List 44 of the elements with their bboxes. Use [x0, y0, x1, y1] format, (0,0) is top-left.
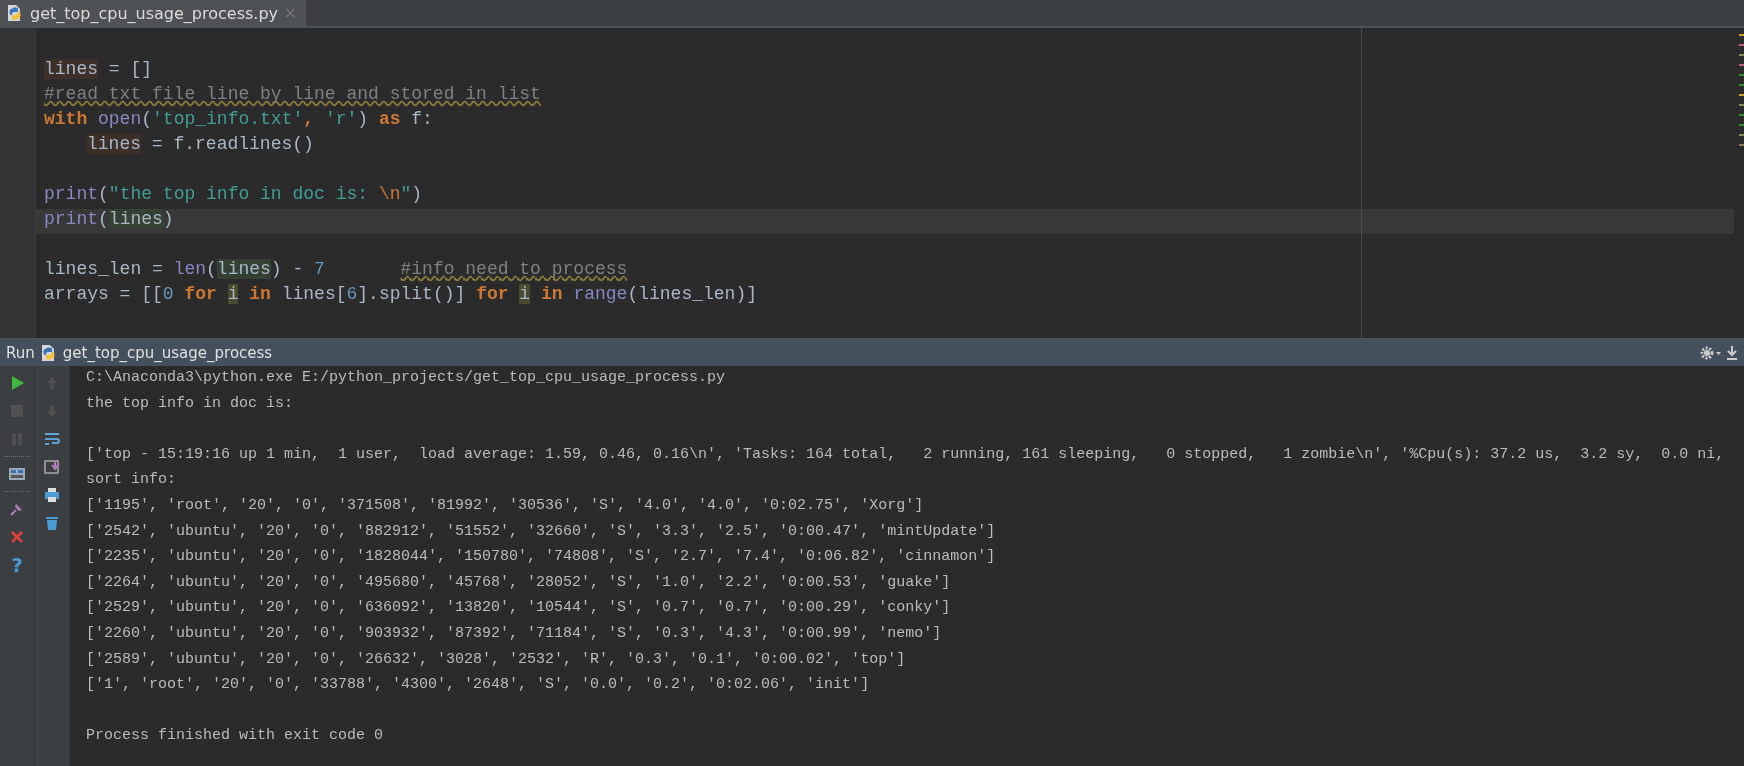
error-stripe-mark[interactable]: [1739, 74, 1744, 76]
error-stripe-mark[interactable]: [1739, 84, 1744, 86]
console-line: ['1', 'root', '20', '0', '33788', '4300', '2648', 'S', '0.0', '0.2', '0:02.06', 'init']: [86, 676, 871, 696]
console-line: Process finished with exit code 0: [86, 727, 385, 747]
console-line: ['2529', 'ubuntu', '20', '0', '636092', '13820', '10544', 'S', '0.7', '0.7', '0:00.29', 'conky']: [86, 599, 952, 619]
console-line: C:\Anaconda3\python.exe E:/python_projects/get_top_cpu_usage_process.py: [86, 369, 727, 388]
soft-wrap-icon[interactable]: [43, 430, 61, 448]
run-panel-title: Run: [6, 343, 35, 362]
settings-icon[interactable]: [1699, 344, 1721, 361]
console-line: ['2260', 'ubuntu', '20', '0', '903932', '87392', '71184', 'S', '0.3', '4.3', '0:00.99', 'nemo']: [86, 624, 943, 644]
hide-panel-icon[interactable]: [1726, 344, 1738, 361]
console-line: ['2264', 'ubuntu', '20', '0', '495680', '45768', '28052', 'S', '1.0', '2.2', '0:00.53', 'guake']: [86, 573, 952, 593]
help-button[interactable]: ?: [6, 554, 28, 576]
console-line: the top info in doc is:: [86, 394, 295, 414]
run-configuration-name: get_top_cpu_usage_process: [62, 343, 273, 362]
code-line: #read txt file line by line and stored in list: [43, 84, 542, 106]
error-stripe-mark[interactable]: [1739, 104, 1744, 106]
print-icon[interactable]: [43, 486, 61, 504]
code-line: with open('top_info.txt', 'r') as f:: [43, 109, 434, 131]
code-line: lines = []: [43, 59, 154, 81]
error-stripe-mark[interactable]: [1739, 94, 1744, 96]
file-tab[interactable]: get_top_cpu_usage_process.py ×: [0, 0, 306, 26]
trash-icon[interactable]: [43, 514, 61, 532]
error-stripe-mark[interactable]: [1739, 134, 1744, 136]
code-line: arrays = [[0 for i in lines[6].split()] for i in range(lines_len)]: [43, 284, 759, 306]
console-line: ['2235', 'ubuntu', '20', '0', '1828044', '150780', '74808', 'S', '2.7', '7.4', '0:06.82', 'cinnamon']: [86, 548, 997, 568]
console-line: sort info:: [86, 471, 177, 491]
error-stripe-mark[interactable]: [1739, 64, 1744, 66]
error-stripe-mark[interactable]: [1739, 124, 1744, 126]
error-stripe-mark[interactable]: [1739, 114, 1744, 116]
error-stripe-mark[interactable]: [1739, 144, 1744, 146]
close-tab-button[interactable]: ×: [284, 4, 297, 22]
error-stripe-mark[interactable]: [1739, 44, 1744, 46]
console-line: ['1195', 'root', '20', '0', '371508', '81992', '30536', 'S', '4.0', '4.0', '0:02.75', 'Xorg']: [86, 496, 925, 516]
error-stripe-mark[interactable]: [1739, 54, 1744, 56]
code-line: print("the top info in doc is: \n"): [43, 184, 424, 206]
console-line: ['2542', 'ubuntu', '20', '0', '882912', '51552', '32660', 'S', '3.3', '2.5', '0:00.47', 'mintUpdate']: [86, 522, 997, 542]
console-line: ['2589', 'ubuntu', '20', '0', '26632', '3028', '2532', 'R', '0.3', '0.1', '0:00.02', 'top']: [86, 650, 907, 670]
console-line: ['top - 15:19:16 up 1 min, 1 user, load average: 1.59, 0.46, 0.16\n', 'Tasks: 164 total, 2 running, 161 sleeping, 0 stopped, 1 zombie\n', '%Cpu(s): 37.2 us, 3.2 sy, 0.0 ni,: [86, 445, 1726, 465]
error-stripe-mark[interactable]: [1739, 34, 1744, 36]
code-line: lines_len = len(lines) - 7 #info need to process: [43, 259, 629, 281]
scroll-to-end-icon[interactable]: [43, 458, 61, 476]
code-line: lines = f.readlines(): [86, 134, 315, 156]
layout-icon[interactable]: [8, 465, 26, 483]
